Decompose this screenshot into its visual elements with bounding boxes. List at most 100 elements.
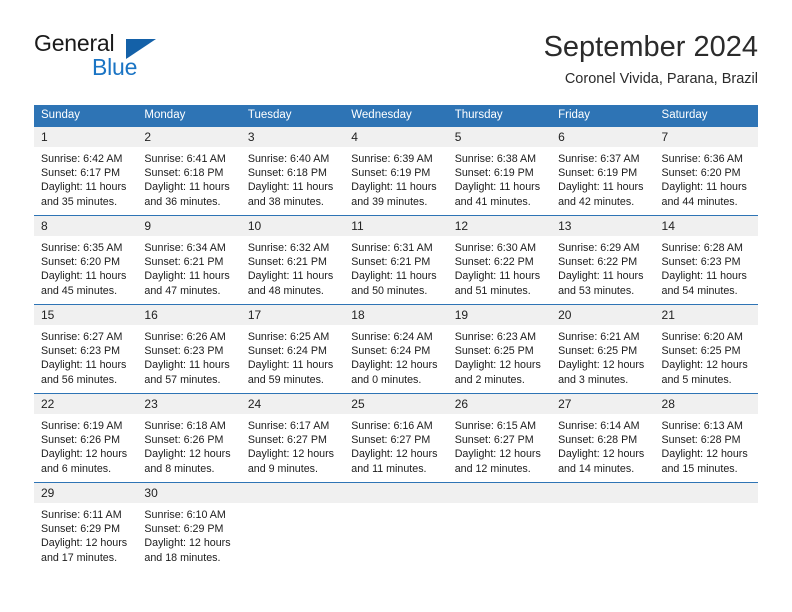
sunset-text: Sunset: 6:24 PM — [247, 345, 327, 358]
weekday-header-monday: Monday — [144, 109, 186, 121]
calendar-day-cell[interactable]: 20 Sunrise: 6:21 AM Sunset: 6:25 PM Dayligh… — [551, 305, 655, 393]
sunrise-text: Sunrise: 6:37 AM — [558, 153, 640, 165]
day-details: Sunrise: 6:31 AM Sunset: 6:21 PM Daylight:… — [344, 236, 447, 298]
general-blue-logo[interactable]: General Blue — [34, 30, 214, 86]
calendar-day-cell[interactable]: 7 Sunrise: 6:36 AM Sunset: 6:20 PM Daylight… — [654, 127, 758, 215]
day-details: Sunrise: 6:38 AM Sunset: 6:19 PM Daylight:… — [448, 147, 551, 209]
day-details: Sunrise: 6:34 AM Sunset: 6:21 PM Daylight:… — [137, 236, 240, 298]
sunrise-text: Sunrise: 6:31 AM — [351, 242, 433, 254]
calendar-day-cell[interactable]: 13 Sunrise: 6:29 AM Sunset: 6:22 PM Dayligh… — [551, 216, 655, 304]
daylight-text: Daylight: 11 hours and 41 minutes. — [454, 181, 541, 208]
calendar-day-cell-empty — [551, 483, 655, 570]
sunset-text: Sunset: 6:19 PM — [351, 167, 431, 180]
calendar-day-cell[interactable]: 6 Sunrise: 6:37 AM Sunset: 6:19 PM Daylight… — [551, 127, 655, 215]
sunset-text: Sunset: 6:21 PM — [247, 256, 327, 269]
sunset-text: Sunset: 6:20 PM — [661, 167, 741, 180]
sunrise-text: Sunrise: 6:42 AM — [41, 153, 123, 165]
day-number: 16 — [137, 305, 241, 325]
day-details: Sunrise: 6:32 AM Sunset: 6:21 PM Daylight:… — [241, 236, 344, 298]
sunrise-text: Sunrise: 6:35 AM — [41, 242, 123, 254]
day-number: 15 — [34, 305, 138, 325]
calendar-week-row: 1 Sunrise: 6:42 AM Sunset: 6:17 PM Daylight… — [34, 126, 758, 215]
calendar-day-cell[interactable]: 26 Sunrise: 6:15 AM Sunset: 6:27 PM Dayligh… — [447, 394, 552, 482]
sunrise-text: Sunrise: 6:40 AM — [247, 153, 330, 165]
sunset-text: Sunset: 6:26 PM — [144, 434, 224, 447]
daylight-text: Daylight: 12 hours and 5 minutes. — [661, 359, 748, 386]
sunset-text: Sunset: 6:18 PM — [247, 167, 327, 180]
sunrise-text: Sunrise: 6:38 AM — [454, 153, 537, 165]
calendar-day-cell[interactable]: 17 Sunrise: 6:25 AM Sunset: 6:24 PM Dayligh… — [240, 305, 345, 393]
calendar-day-cell[interactable]: 27 Sunrise: 6:14 AM Sunset: 6:28 PM Dayligh… — [551, 394, 655, 482]
daylight-text: Daylight: 12 hours and 15 minutes. — [661, 448, 748, 475]
calendar-day-cell[interactable]: 8 Sunrise: 6:35 AM Sunset: 6:20 PM Daylight… — [34, 216, 138, 304]
calendar-day-cell[interactable]: 3 Sunrise: 6:40 AM Sunset: 6:18 PM Daylight… — [240, 127, 345, 215]
page-title: September 2024 — [543, 31, 758, 63]
calendar-day-cell[interactable]: 4 Sunrise: 6:39 AM Sunset: 6:19 PM Daylight… — [344, 127, 448, 215]
day-number — [447, 483, 552, 503]
calendar-day-cell[interactable]: 9 Sunrise: 6:34 AM Sunset: 6:21 PM Daylight… — [137, 216, 241, 304]
sunset-text: Sunset: 6:17 PM — [41, 167, 121, 180]
calendar-day-cell[interactable]: 22 Sunrise: 6:19 AM Sunset: 6:26 PM Dayligh… — [34, 394, 138, 482]
daylight-text: Daylight: 11 hours and 47 minutes. — [144, 270, 230, 297]
calendar-day-cell[interactable]: 1 Sunrise: 6:42 AM Sunset: 6:17 PM Daylight… — [34, 127, 138, 215]
sunset-text: Sunset: 6:27 PM — [351, 434, 431, 447]
logo-general-text: General — [34, 30, 115, 56]
day-details: Sunrise: 6:16 AM Sunset: 6:27 PM Daylight:… — [344, 414, 447, 476]
calendar-day-cell[interactable]: 24 Sunrise: 6:17 AM Sunset: 6:27 PM Dayligh… — [240, 394, 345, 482]
sunrise-text: Sunrise: 6:15 AM — [454, 420, 537, 432]
sunset-text: Sunset: 6:28 PM — [661, 434, 741, 447]
calendar-day-cell[interactable]: 21 Sunrise: 6:20 AM Sunset: 6:25 PM Dayligh… — [654, 305, 758, 393]
day-number: 30 — [137, 483, 241, 503]
calendar-week-row: 15 Sunrise: 6:27 AM Sunset: 6:23 PM Dayligh… — [34, 304, 758, 393]
daylight-text: Daylight: 11 hours and 57 minutes. — [144, 359, 230, 386]
daylight-text: Daylight: 11 hours and 36 minutes. — [144, 181, 230, 208]
calendar-day-cell[interactable]: 5 Sunrise: 6:38 AM Sunset: 6:19 PM Daylight… — [447, 127, 552, 215]
sunrise-text: Sunrise: 6:14 AM — [558, 420, 640, 432]
calendar-day-cell[interactable]: 10 Sunrise: 6:32 AM Sunset: 6:21 PM Dayligh… — [240, 216, 345, 304]
day-number: 9 — [137, 216, 241, 236]
calendar-week-row: 22 Sunrise: 6:19 AM Sunset: 6:26 PM Dayligh… — [34, 393, 758, 482]
daylight-text: Daylight: 12 hours and 18 minutes. — [144, 537, 231, 564]
day-number: 23 — [137, 394, 241, 414]
day-details: Sunrise: 6:27 AM Sunset: 6:23 PM Daylight:… — [34, 325, 137, 387]
day-number: 19 — [447, 305, 552, 325]
day-details: Sunrise: 6:19 AM Sunset: 6:26 PM Daylight:… — [34, 414, 137, 476]
daylight-text: Daylight: 11 hours and 39 minutes. — [351, 181, 437, 208]
calendar-day-cell[interactable]: 29 Sunrise: 6:11 AM Sunset: 6:29 PM Dayligh… — [34, 483, 138, 570]
calendar-day-cell[interactable]: 19 Sunrise: 6:23 AM Sunset: 6:25 PM Dayligh… — [447, 305, 552, 393]
sunset-text: Sunset: 6:24 PM — [351, 345, 431, 358]
sunset-text: Sunset: 6:23 PM — [41, 345, 121, 358]
calendar-day-cell[interactable]: 15 Sunrise: 6:27 AM Sunset: 6:23 PM Dayligh… — [34, 305, 138, 393]
day-details: Sunrise: 6:14 AM Sunset: 6:28 PM Daylight:… — [551, 414, 654, 476]
sunrise-text: Sunrise: 6:17 AM — [247, 420, 330, 432]
calendar-day-cell[interactable]: 28 Sunrise: 6:13 AM Sunset: 6:28 PM Dayligh… — [654, 394, 758, 482]
day-details: Sunrise: 6:35 AM Sunset: 6:20 PM Daylight:… — [34, 236, 137, 298]
calendar-day-cell[interactable]: 16 Sunrise: 6:26 AM Sunset: 6:23 PM Dayligh… — [137, 305, 241, 393]
calendar-day-cell[interactable]: 12 Sunrise: 6:30 AM Sunset: 6:22 PM Dayligh… — [447, 216, 552, 304]
day-details: Sunrise: 6:15 AM Sunset: 6:27 PM Daylight:… — [448, 414, 551, 476]
sunset-text: Sunset: 6:19 PM — [454, 167, 534, 180]
sunset-text: Sunset: 6:20 PM — [41, 256, 121, 269]
day-number: 26 — [447, 394, 552, 414]
sunset-text: Sunset: 6:29 PM — [144, 523, 224, 536]
daylight-text: Daylight: 11 hours and 42 minutes. — [558, 181, 644, 208]
daylight-text: Daylight: 11 hours and 38 minutes. — [247, 181, 334, 208]
day-number: 6 — [551, 127, 655, 147]
calendar-day-cell[interactable]: 30 Sunrise: 6:10 AM Sunset: 6:29 PM Dayligh… — [137, 483, 241, 570]
calendar-day-cell-empty — [240, 483, 345, 570]
sunrise-text: Sunrise: 6:19 AM — [41, 420, 123, 432]
daylight-text: Daylight: 11 hours and 35 minutes. — [41, 181, 127, 208]
sunset-text: Sunset: 6:21 PM — [144, 256, 224, 269]
calendar-day-cell[interactable]: 11 Sunrise: 6:31 AM Sunset: 6:21 PM Dayligh… — [344, 216, 448, 304]
calendar-day-cell-empty — [344, 483, 448, 570]
day-details: Sunrise: 6:41 AM Sunset: 6:18 PM Daylight:… — [137, 147, 240, 209]
calendar-day-cell[interactable]: 2 Sunrise: 6:41 AM Sunset: 6:18 PM Daylight… — [137, 127, 241, 215]
sunrise-text: Sunrise: 6:23 AM — [454, 331, 537, 343]
calendar-day-cell[interactable]: 25 Sunrise: 6:16 AM Sunset: 6:27 PM Dayligh… — [344, 394, 448, 482]
calendar-day-cell[interactable]: 23 Sunrise: 6:18 AM Sunset: 6:26 PM Dayligh… — [137, 394, 241, 482]
day-details: Sunrise: 6:21 AM Sunset: 6:25 PM Daylight:… — [551, 325, 654, 387]
calendar-day-cell[interactable]: 18 Sunrise: 6:24 AM Sunset: 6:24 PM Dayligh… — [344, 305, 448, 393]
sunrise-text: Sunrise: 6:29 AM — [558, 242, 640, 254]
calendar-day-cell[interactable]: 14 Sunrise: 6:28 AM Sunset: 6:23 PM Dayligh… — [654, 216, 758, 304]
day-number: 5 — [447, 127, 552, 147]
